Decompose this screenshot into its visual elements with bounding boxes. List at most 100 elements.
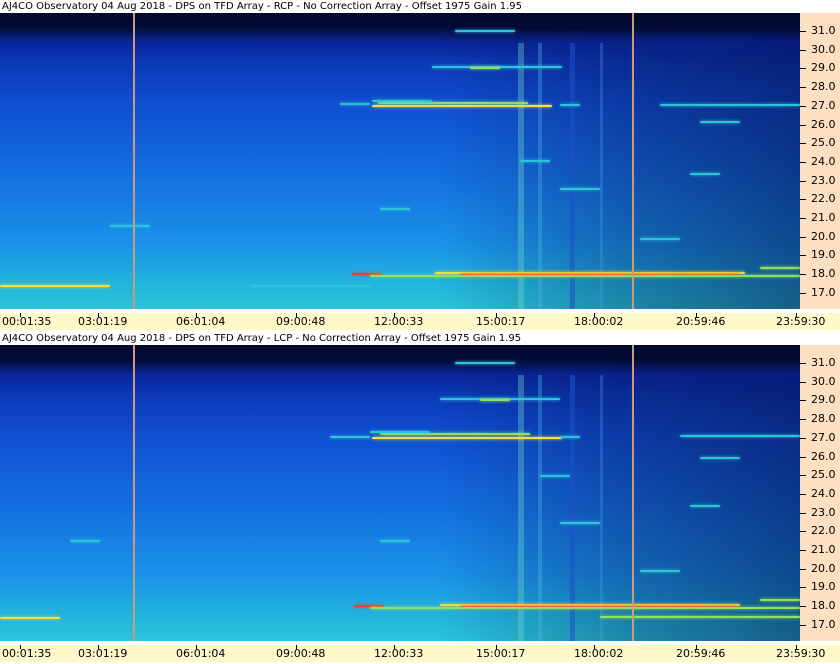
lcp-frequency-tick: [800, 624, 806, 626]
rcp-time-label: 00:01:35: [2, 315, 52, 328]
lcp-interference-band: [518, 375, 524, 641]
rcp-frequency-label: 30.0: [811, 42, 836, 56]
lcp-signal-streak: [330, 435, 370, 438]
rcp-frequency-label: 23.0: [811, 173, 836, 187]
lcp-frequency-tick: [800, 437, 806, 439]
lcp-frequency-label: 22.0: [811, 524, 836, 538]
lcp-frequency-tick: [800, 568, 806, 570]
rcp-frequency-tick: [800, 49, 806, 51]
rcp-frequency-tick: [800, 161, 806, 163]
lcp-frequency-label: 30.0: [811, 374, 836, 388]
lcp-signal-streak: [380, 539, 410, 542]
lcp-signal-streak: [560, 435, 580, 438]
rcp-signal-streak: [640, 237, 680, 240]
rcp-frequency-label: 29.0: [811, 61, 836, 75]
rcp-frequency-label: 18.0: [811, 267, 836, 281]
rcp-spectrogram[interactable]: [0, 13, 800, 309]
rcp-signal-streak: [340, 102, 370, 105]
rcp-time-label: 18:00:02: [574, 315, 624, 328]
lcp-signal-streak: [690, 505, 720, 508]
rcp-signal-streak: [560, 188, 600, 191]
rcp-frequency-label: 19.0: [811, 248, 836, 262]
rcp-panel-title: AJ4CO Observatory 04 Aug 2018 - DPS on T…: [0, 0, 840, 13]
lcp-signal-streak: [560, 521, 600, 524]
rcp-interference-band: [570, 43, 575, 309]
rcp-signal-streak: [380, 207, 410, 210]
lcp-frequency-tick: [800, 587, 806, 589]
rcp-frequency-tick: [800, 199, 806, 201]
rcp-interference-band: [518, 43, 524, 309]
lcp-time-label: 06:01:04: [176, 647, 226, 660]
rcp-frequency-label: 17.0: [811, 285, 836, 299]
rcp-frequency-tick: [800, 105, 806, 107]
rcp-signal-streak: [378, 102, 528, 105]
lcp-frequency-tick: [800, 456, 806, 458]
rcp-frequency-tick: [800, 87, 806, 89]
rcp-time-marker-2[interactable]: [632, 13, 634, 309]
rcp-signal-streak: [470, 66, 500, 69]
rcp-time-label: 03:01:19: [78, 315, 128, 328]
rcp-frequency-label: 21.0: [811, 211, 836, 224]
rcp-spectrogram-background: [0, 13, 800, 309]
rcp-time-label: 15:00:17: [476, 315, 526, 328]
lcp-frequency-tick: [800, 493, 806, 495]
lcp-frequency-label: 28.0: [811, 412, 836, 426]
rcp-frequency-tick: [800, 236, 806, 238]
rcp-time-label: 06:01:04: [176, 315, 226, 328]
lcp-signal-streak: [760, 598, 800, 601]
lcp-frequency-label: 18.0: [811, 599, 836, 613]
rcp-signal-streak: [372, 104, 552, 107]
lcp-frequency-label: 25.0: [811, 468, 836, 482]
rcp-frequency-tick: [800, 274, 806, 276]
lcp-time-marker-1[interactable]: [133, 345, 135, 641]
lcp-frequency-label: 17.0: [811, 617, 836, 631]
rcp-signal-streak: [250, 285, 370, 288]
lcp-spectrogram[interactable]: [0, 345, 800, 641]
lcp-time-label: 15:00:17: [476, 647, 526, 660]
rcp-time-marker-1[interactable]: [133, 13, 135, 309]
rcp-frequency-tick: [800, 255, 806, 257]
lcp-time-label: 20:59:46: [676, 647, 726, 660]
rcp-signal-streak: [760, 266, 800, 269]
lcp-signal-streak: [540, 475, 570, 478]
lcp-frequency-tick: [800, 550, 806, 551]
lcp-time-marker-2[interactable]: [632, 345, 634, 641]
lcp-time-label: 12:00:33: [374, 647, 424, 660]
lcp-frequency-label: 24.0: [811, 486, 836, 500]
lcp-signal-streak: [640, 569, 680, 572]
lcp-interference-band: [570, 375, 575, 641]
rcp-panel: AJ4CO Observatory 04 Aug 2018 - DPS on T…: [0, 0, 840, 330]
lcp-frequency-label: 19.0: [811, 580, 836, 594]
rcp-frequency-tick: [800, 143, 806, 145]
rcp-frequency-label: 31.0: [811, 24, 836, 37]
rcp-time-label: 09:00:48: [276, 315, 326, 328]
rcp-frequency-label: 20.0: [811, 229, 836, 243]
lcp-frequency-tick: [800, 475, 806, 477]
lcp-frequency-tick: [800, 381, 806, 383]
rcp-signal-streak: [560, 103, 580, 106]
rcp-frequency-tick: [800, 31, 806, 32]
lcp-frequency-tick: [800, 400, 806, 402]
lcp-time-label: 23:59:30: [776, 647, 826, 660]
rcp-signal-streak: [370, 275, 800, 278]
rcp-interference-band: [538, 43, 542, 309]
rcp-signal-streak: [455, 30, 515, 33]
rcp-time-axis: 00:01:35 03:01:19 06:01:04 09:00:48 12:00:33…: [0, 313, 840, 330]
rcp-time-label: 12:00:33: [374, 315, 424, 328]
lcp-frequency-label: 23.0: [811, 505, 836, 519]
lcp-signal-streak: [372, 436, 562, 439]
rcp-signal-streak: [700, 120, 740, 123]
lcp-panel: AJ4CO Observatory 04 Aug 2018 - DPS on T…: [0, 332, 840, 664]
rcp-signal-streak: [520, 160, 550, 163]
lcp-signal-streak: [700, 456, 740, 459]
lcp-time-label: 09:00:48: [276, 647, 326, 660]
lcp-signal-streak: [370, 431, 430, 434]
lcp-signal-streak: [70, 539, 100, 542]
lcp-frequency-tick: [800, 512, 806, 514]
lcp-time-label: 18:00:02: [574, 647, 624, 660]
lcp-frequency-label: 26.0: [811, 449, 836, 463]
rcp-frequency-tick: [800, 68, 806, 70]
rcp-frequency-label: 26.0: [811, 117, 836, 131]
lcp-frequency-tick: [800, 531, 806, 533]
lcp-signal-streak: [370, 607, 800, 610]
